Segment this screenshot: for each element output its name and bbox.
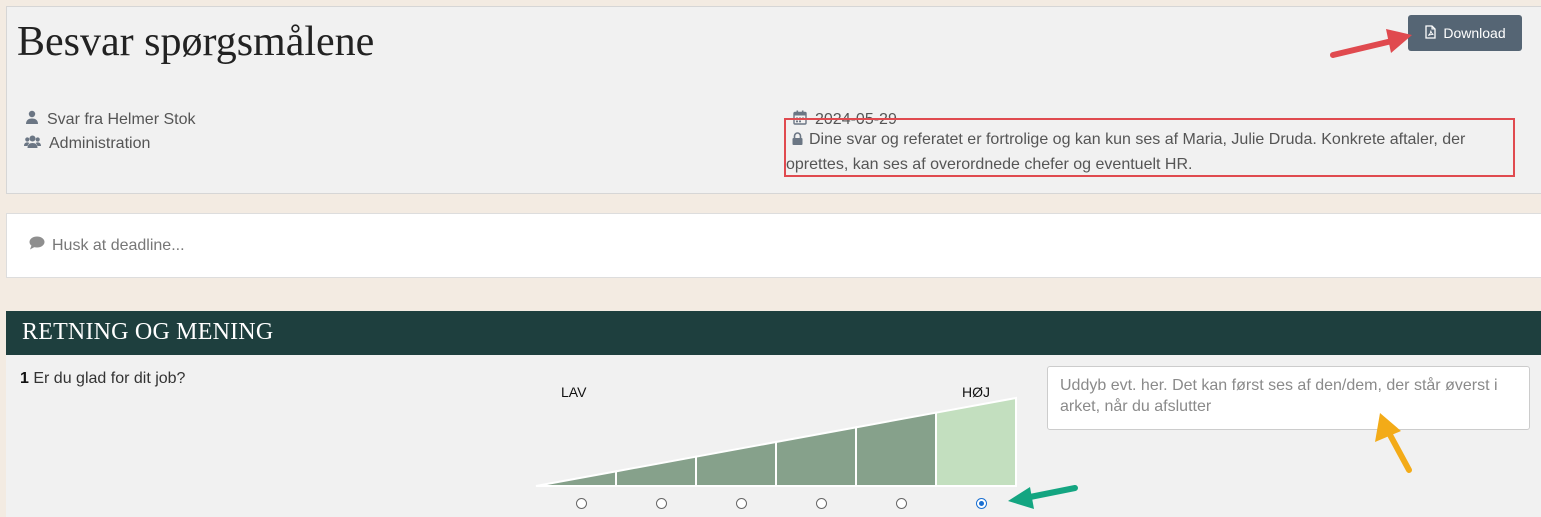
users-icon: [24, 134, 41, 154]
comment-input[interactable]: Uddyb evt. her. Det kan først ses af den…: [1047, 366, 1530, 430]
comment-icon: [29, 236, 45, 255]
note-text: Husk at deadline...: [52, 236, 185, 254]
scale-step-bar: [695, 440, 777, 487]
rating-radio[interactable]: [895, 498, 907, 509]
lock-icon: [792, 129, 803, 153]
respondent-name: Svar fra Helmer Stok: [47, 111, 196, 128]
rating-radio[interactable]: [975, 498, 987, 509]
rating-radio[interactable]: [655, 498, 667, 509]
download-button[interactable]: Download: [1408, 15, 1522, 51]
scale-step-bar: [855, 411, 937, 487]
file-pdf-icon: [1424, 24, 1437, 42]
scale-step-bar: [935, 396, 1017, 487]
page-title: Besvar spørgsmålene: [17, 19, 375, 65]
scale-step-bar: [775, 426, 857, 487]
user-icon: [25, 110, 39, 130]
department-row: Administration: [24, 134, 150, 154]
rating-radio[interactable]: [575, 498, 587, 509]
scale-step-bar: [615, 455, 697, 487]
download-label: Download: [1443, 25, 1506, 41]
department-name: Administration: [49, 135, 151, 152]
privacy-notice: Dine svar og referatet er fortrolige og …: [786, 128, 1521, 177]
privacy-notice-text: Dine svar og referatet er fortrolige og …: [786, 131, 1466, 173]
rating-radio[interactable]: [815, 498, 827, 509]
scale-step-bar: [535, 470, 617, 487]
note-row: Husk at deadline...: [29, 236, 185, 255]
comment-placeholder: Uddyb evt. her. Det kan først ses af den…: [1060, 377, 1498, 415]
rating-radio[interactable]: [735, 498, 747, 509]
note-card: Husk at deadline...: [6, 213, 1541, 278]
respondent-row: Svar fra Helmer Stok: [25, 110, 195, 130]
question-section: RETNING OG MENING 1 Er du glad for dit j…: [6, 311, 1541, 517]
